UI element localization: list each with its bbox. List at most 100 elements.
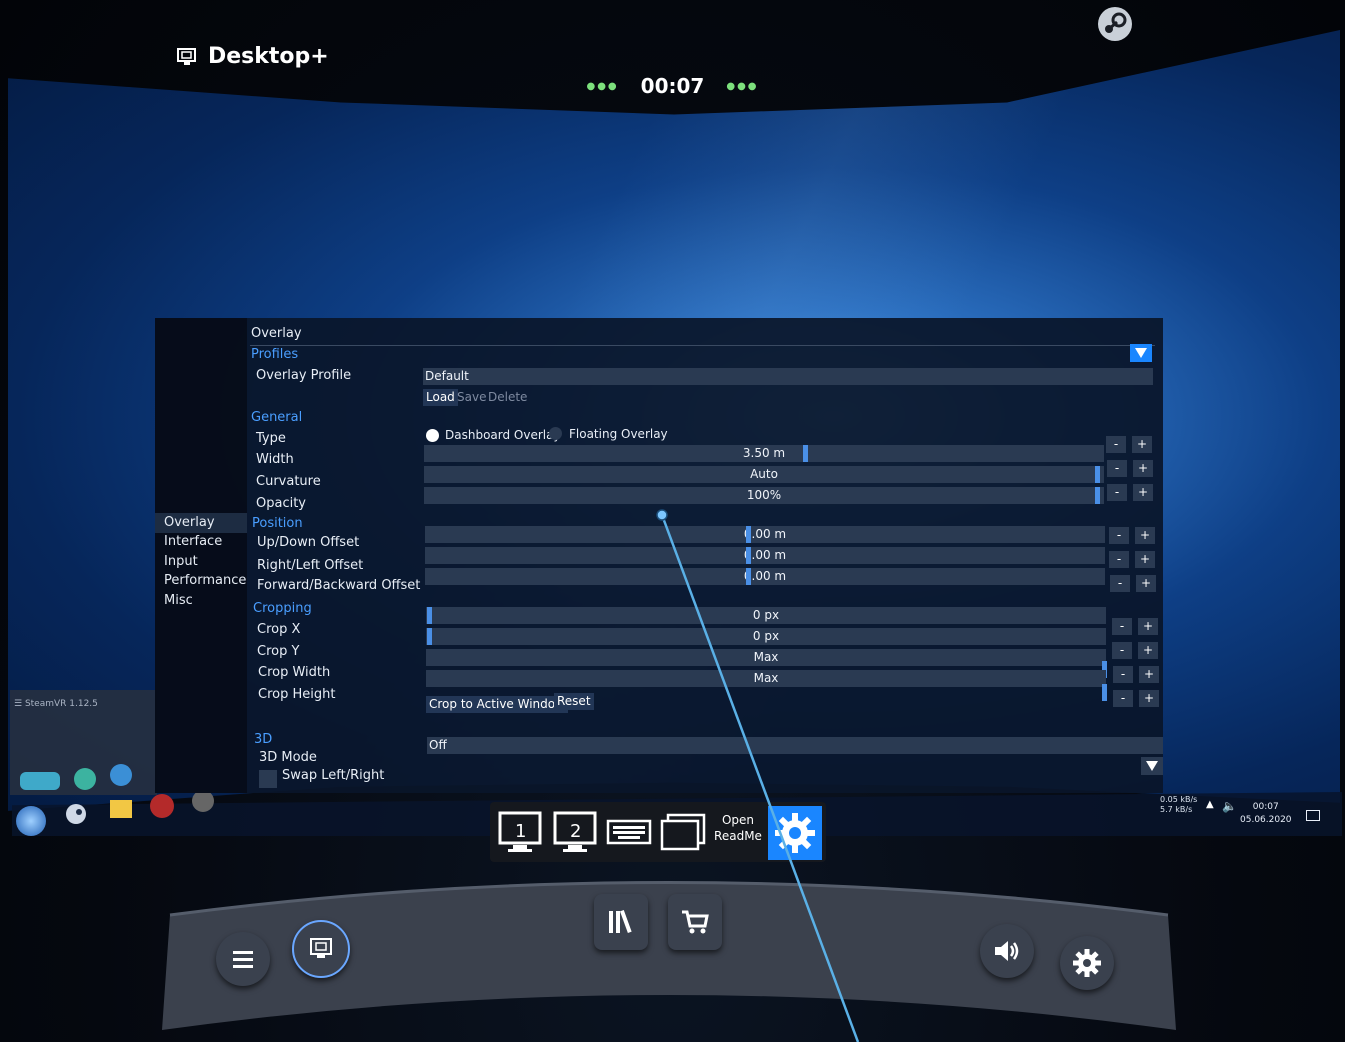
section-profiles: Profiles: [251, 347, 299, 362]
rightleft-plus-button[interactable]: +: [1135, 551, 1155, 568]
swap-left-right-checkbox[interactable]: [259, 770, 277, 788]
window-picker-button[interactable]: [658, 808, 708, 856]
volume-tray-icon[interactable]: 🔈: [1222, 799, 1237, 813]
crop-x-slider[interactable]: 0 px: [426, 607, 1106, 624]
rightleft-offset-slider[interactable]: 0.00 m: [425, 547, 1105, 564]
crop-reset-button[interactable]: Reset: [554, 693, 594, 710]
delete-button[interactable]: Delete: [485, 389, 530, 406]
opacity-slider-handle[interactable]: [1095, 487, 1100, 504]
session-timer: ●●● 00:07 ●●●: [586, 74, 759, 98]
crop-height-label: Crop Height: [258, 687, 336, 702]
steamvr-dashboard-dock: [160, 870, 1178, 1040]
folder-taskbar-icon[interactable]: [110, 800, 132, 818]
monitor-2-button[interactable]: 2: [550, 808, 600, 856]
opacity-slider[interactable]: 100%: [424, 487, 1104, 504]
forward-slider-handle[interactable]: [746, 568, 751, 585]
crop-x-slider-handle[interactable]: [427, 607, 432, 624]
store-button[interactable]: [668, 894, 722, 950]
curvature-plus-button[interactable]: +: [1133, 460, 1153, 477]
updown-minus-button[interactable]: -: [1109, 527, 1129, 544]
profiles-collapse-icon[interactable]: [1130, 344, 1152, 362]
tray-expand-icon[interactable]: ▲: [1206, 799, 1214, 810]
opacity-plus-button[interactable]: +: [1133, 484, 1153, 501]
app-title: Desktop+: [176, 44, 329, 69]
desktop-plus-dock-button[interactable]: [292, 920, 350, 978]
radio-dashboard-label[interactable]: Dashboard Overlay: [445, 428, 561, 442]
open-readme-button[interactable]: Open ReadMe: [710, 812, 766, 844]
radio-dashboard-overlay[interactable]: [426, 429, 439, 442]
steam-taskbar-icon[interactable]: [64, 802, 88, 826]
tray-clock[interactable]: 00:07 05.06.2020: [1240, 801, 1292, 827]
rightleft-slider-handle[interactable]: [746, 547, 751, 564]
opacity-label: Opacity: [256, 496, 307, 511]
crop-y-slider-handle[interactable]: [427, 628, 432, 645]
app-taskbar-icon[interactable]: [150, 794, 174, 818]
crop-height-slider[interactable]: Max: [426, 670, 1107, 701]
forward-offset-label: Forward/Backward Offset: [257, 578, 421, 593]
updown-plus-button[interactable]: +: [1135, 527, 1155, 544]
crop-to-active-window-button[interactable]: Crop to Active Window: [426, 696, 568, 713]
width-slider-handle[interactable]: [803, 445, 808, 462]
settings-sidebar: Overlay Interface Input Performance Misc: [155, 318, 247, 793]
forward-plus-button[interactable]: +: [1136, 575, 1156, 592]
type-label: Type: [256, 431, 286, 446]
desktop-shortcut-icon-2[interactable]: [110, 764, 132, 786]
forward-offset-slider[interactable]: 0.00 m: [425, 568, 1105, 585]
load-button[interactable]: Load: [423, 389, 458, 406]
volume-icon: [995, 941, 1019, 961]
desktop-shortcut-icon[interactable]: [74, 768, 96, 790]
sidebar-item-input[interactable]: Input: [155, 552, 247, 572]
keyboard-button[interactable]: [604, 808, 654, 856]
swap-left-right-label[interactable]: Swap Left/Right: [282, 768, 384, 783]
volume-button[interactable]: [980, 924, 1034, 978]
curvature-slider-handle[interactable]: [1095, 466, 1100, 483]
hamburger-icon: [233, 951, 253, 968]
gear-icon: [775, 813, 815, 853]
steam-logo-icon[interactable]: [1095, 4, 1135, 44]
width-minus-button[interactable]: -: [1106, 436, 1126, 453]
radio-floating-overlay[interactable]: [549, 427, 562, 440]
crop-x-plus-button[interactable]: +: [1138, 618, 1158, 635]
updown-offset-label: Up/Down Offset: [257, 535, 360, 550]
rightleft-minus-button[interactable]: -: [1109, 551, 1129, 568]
library-button[interactable]: [594, 894, 648, 950]
crop-width-minus-button[interactable]: -: [1113, 666, 1133, 683]
app-taskbar-icon-2[interactable]: [192, 790, 214, 812]
desktop-plus-logo-icon: [177, 47, 196, 65]
updown-slider-handle[interactable]: [746, 526, 751, 543]
sidebar-item-overlay[interactable]: Overlay: [155, 513, 247, 533]
sidebar-item-performance[interactable]: Performance: [155, 571, 247, 591]
section-3d: 3D: [254, 732, 273, 747]
crop-width-slider[interactable]: Max: [426, 649, 1107, 678]
3d-mode-dropdown-icon[interactable]: [1141, 757, 1163, 775]
curvature-slider[interactable]: Auto: [424, 466, 1104, 483]
radio-floating-label[interactable]: Floating Overlay: [569, 427, 668, 441]
forward-minus-button[interactable]: -: [1110, 575, 1130, 592]
updown-offset-slider[interactable]: 0.00 m: [425, 526, 1105, 543]
profile-select[interactable]: Default: [423, 368, 1153, 385]
crop-width-label: Crop Width: [258, 665, 331, 680]
width-plus-button[interactable]: +: [1132, 436, 1152, 453]
dashboard-settings-button[interactable]: [1060, 936, 1114, 990]
crop-height-slider-handle[interactable]: [1102, 684, 1107, 701]
opacity-minus-button[interactable]: -: [1107, 484, 1127, 501]
crop-y-minus-button[interactable]: -: [1112, 642, 1132, 659]
crop-height-plus-button[interactable]: +: [1139, 690, 1159, 707]
start-button-icon[interactable]: [16, 806, 46, 836]
sidebar-item-misc[interactable]: Misc: [155, 591, 247, 611]
crop-y-slider[interactable]: 0 px: [426, 628, 1106, 645]
curvature-minus-button[interactable]: -: [1107, 460, 1127, 477]
menu-button[interactable]: [216, 932, 270, 986]
sidebar-item-interface[interactable]: Interface: [155, 532, 247, 552]
settings-toolbar-button[interactable]: [768, 806, 822, 860]
crop-width-plus-button[interactable]: +: [1139, 666, 1159, 683]
crop-height-minus-button[interactable]: -: [1113, 690, 1133, 707]
notification-icon[interactable]: [1306, 810, 1320, 821]
monitor-1-button[interactable]: 1: [495, 808, 545, 856]
crop-y-plus-button[interactable]: +: [1138, 642, 1158, 659]
menu-icon: ☰: [14, 699, 25, 709]
3d-mode-select[interactable]: Off: [427, 737, 1163, 754]
crop-x-minus-button[interactable]: -: [1112, 618, 1132, 635]
vr-headset-desktop-icon[interactable]: [20, 772, 60, 790]
width-slider[interactable]: 3.50 m: [424, 445, 1104, 462]
